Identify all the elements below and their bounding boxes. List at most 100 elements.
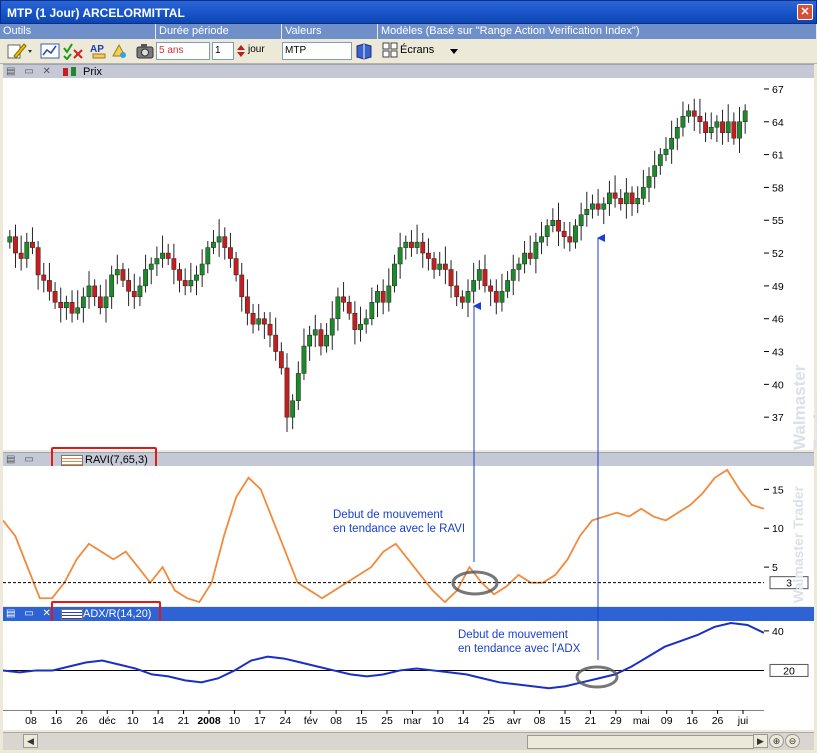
zoom-in-button[interactable]: ⊕: [769, 734, 784, 748]
candle-body: [273, 334, 279, 352]
candle-body: [69, 302, 75, 314]
candle-body: [703, 121, 708, 133]
adx-window-controls-icon[interactable]: ▤ ▭ ✕: [6, 608, 54, 619]
candle-body: [30, 241, 35, 248]
candle-body: [228, 247, 233, 259]
candle-body: [97, 296, 103, 309]
candle-body: [499, 291, 505, 303]
section-models: Modèles (Basé sur "Range Action Verifica…: [378, 24, 817, 39]
x-tick-label: 16: [51, 715, 63, 727]
section-values: Valeurs: [282, 24, 378, 39]
candle-body: [278, 351, 284, 369]
chevron-down-icon[interactable]: [450, 49, 458, 55]
section-tools: Outils: [0, 24, 156, 39]
candle-body: [731, 121, 737, 139]
candle-body: [640, 187, 646, 199]
x-tick-label: 15: [559, 715, 571, 727]
price-tick-label: 46: [772, 314, 784, 326]
candle-body: [250, 312, 256, 325]
x-tick-label: mai: [633, 715, 650, 727]
ravi-window-controls-icon[interactable]: ▤ ▭: [6, 454, 37, 465]
candle-body: [148, 263, 154, 270]
adx-annotation: Debut de mouvement en tendance avec l'AD…: [458, 628, 580, 656]
candle-body: [590, 203, 595, 210]
ap-indicator-icon[interactable]: AP: [90, 42, 108, 60]
ravi-chart[interactable]: [2, 466, 765, 606]
candle-body: [680, 116, 686, 128]
candlestick-icon: [63, 67, 76, 76]
candle-body: [261, 318, 267, 325]
screens-dropdown[interactable]: Écrans: [400, 44, 434, 56]
candle-body: [652, 165, 658, 177]
price-tick-label: 40: [772, 379, 784, 391]
symbol-input[interactable]: MTP: [282, 42, 352, 60]
scroll-left-button[interactable]: ◀: [23, 734, 38, 748]
ravi-chart-svg: [2, 468, 765, 604]
candle-body: [103, 296, 109, 309]
price-tick-label: 61: [772, 150, 784, 162]
book-lookup-icon[interactable]: [354, 41, 374, 61]
candle-body: [86, 285, 92, 298]
candle-body: [267, 323, 273, 336]
scroll-right-button[interactable]: ▶: [753, 734, 768, 748]
adx-line: [2, 621, 765, 690]
candle-body: [533, 241, 539, 259]
adx-chart-svg: [2, 621, 765, 690]
candle-body: [556, 219, 561, 232]
edit-pencil-icon[interactable]: [6, 42, 34, 60]
candle-body: [375, 291, 380, 303]
adx-chart[interactable]: [2, 621, 765, 710]
price-tick-label: 58: [772, 182, 784, 194]
candle-body: [114, 269, 120, 276]
period-field[interactable]: 5 ans: [156, 42, 210, 60]
price-tick-label: 49: [772, 281, 784, 293]
candle-body: [307, 334, 313, 347]
horizontal-scrollbar[interactable]: ◀ ▶ ⊕ ⊖: [3, 732, 814, 750]
x-tick-label: 10: [127, 715, 139, 727]
alert-bell-icon[interactable]: [110, 42, 128, 60]
x-tick-label: 24: [279, 715, 291, 727]
chart-line-icon[interactable]: [40, 42, 60, 60]
window-title: MTP (1 Jour) ARCELORMITTAL: [7, 6, 185, 20]
candle-body: [607, 192, 612, 205]
candle-body: [363, 318, 369, 325]
candle-body: [120, 269, 126, 281]
candle-body: [137, 285, 143, 298]
candle-body: [205, 247, 211, 265]
panel-window-controls-icon[interactable]: ▤ ▭ ✕: [6, 66, 54, 77]
zoom-out-button[interactable]: ⊖: [785, 734, 800, 748]
adx-axis: 40 20: [764, 621, 814, 710]
candle-body: [199, 263, 205, 276]
candle-body: [358, 323, 363, 330]
checklist-icon[interactable]: [62, 42, 84, 60]
candle-body: [629, 192, 635, 205]
x-axis-svg: 08 16 26 déc 10 14 21 2008 10 17 24 fév 08 15 25 mar 10 1…: [3, 709, 764, 727]
candle-body: [177, 269, 182, 281]
close-button[interactable]: ✕: [797, 4, 813, 20]
candle-body: [233, 258, 239, 276]
candle-body: [75, 307, 81, 314]
candle-body: [454, 285, 460, 298]
period-count-field[interactable]: 1: [212, 42, 234, 60]
candle-body: [544, 225, 550, 237]
candle-body: [386, 285, 392, 303]
candle-body: [295, 373, 301, 402]
candle-body: [403, 241, 409, 248]
scroll-thumb[interactable]: [527, 735, 754, 749]
watermark-price: Walmaster Trader: [790, 364, 817, 450]
period-spinner-icon[interactable]: [236, 43, 246, 59]
candle-body: [426, 252, 431, 259]
x-tick-label: 29: [610, 715, 622, 727]
candle-body: [482, 269, 488, 287]
price-chart[interactable]: [3, 78, 764, 450]
candle-body: [18, 252, 24, 259]
candle-body: [578, 214, 584, 226]
candle-body: [414, 241, 420, 248]
ravi-axis: 15 10 5 3 Walmaster Trader: [764, 466, 814, 606]
adx-threshold-value: 20: [783, 665, 795, 677]
camera-icon[interactable]: [136, 42, 154, 60]
candle-body: [561, 230, 567, 237]
candle-body: [601, 203, 607, 210]
ravi-annotation: Debut de mouvement en tendance avec le R…: [333, 508, 465, 536]
candle-body: [539, 236, 544, 243]
